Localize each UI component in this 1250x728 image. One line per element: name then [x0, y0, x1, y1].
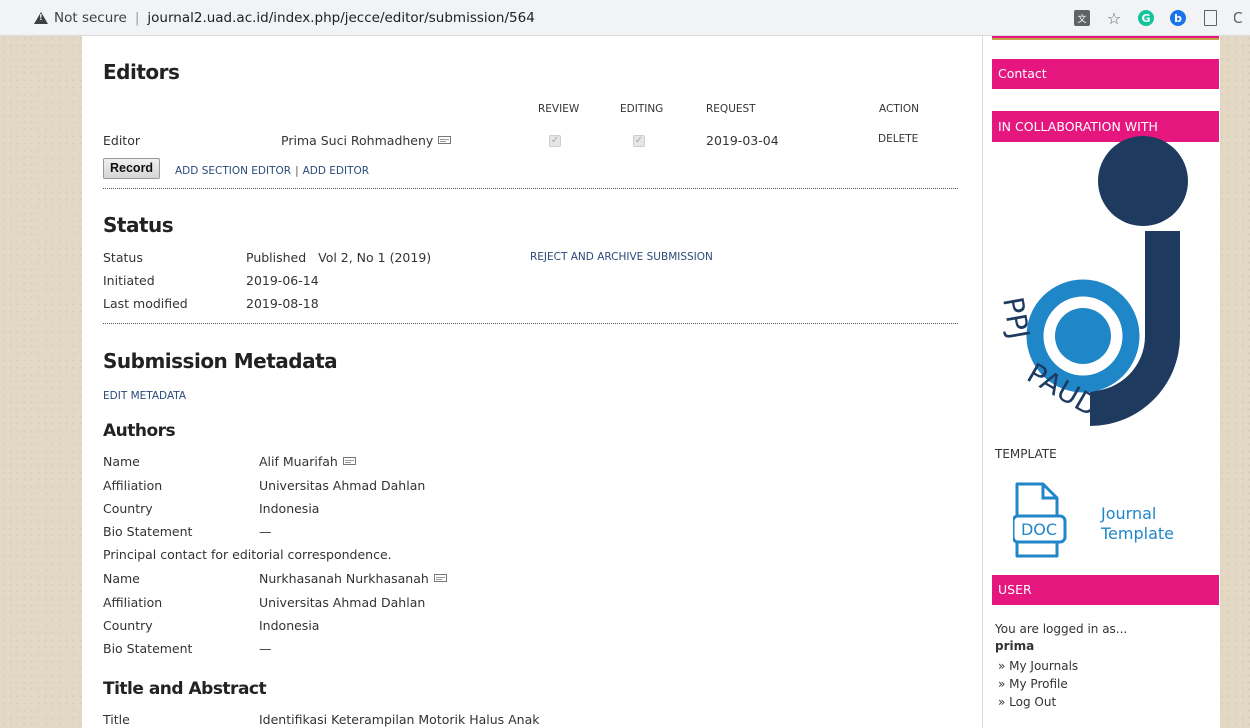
divider: [103, 323, 958, 324]
status-value-cell: Published Vol 2, No 1 (2019): [246, 250, 431, 265]
address-bar[interactable]: Not secure | journal2.uad.ac.id/index.ph…: [22, 4, 1032, 32]
status-label: Status: [103, 250, 143, 265]
doc-label: DOC: [1021, 520, 1057, 539]
author2-bio: —: [259, 641, 272, 656]
initiated-label: Initiated: [103, 273, 155, 288]
last-modified-value: 2019-08-18: [246, 296, 319, 311]
col-request: REQUEST: [706, 103, 756, 115]
author1-country: Indonesia: [259, 501, 320, 516]
username: prima: [995, 639, 1035, 653]
email-icon[interactable]: [342, 457, 356, 465]
journal-word: Journal: [1100, 504, 1156, 523]
url-separator: |: [134, 10, 140, 26]
more-icon[interactable]: C: [1234, 10, 1242, 26]
template-heading: TEMPLATE: [995, 447, 1057, 461]
author1-affiliation: Universitas Ahmad Dahlan: [259, 478, 426, 493]
link-separator: |: [295, 165, 299, 177]
grammarly-icon[interactable]: G: [1138, 10, 1154, 26]
metadata-heading: Submission Metadata: [103, 349, 338, 373]
reject-archive-link[interactable]: REJECT AND ARCHIVE SUBMISSION: [530, 251, 713, 263]
edit-metadata-link[interactable]: EDIT METADATA: [103, 390, 186, 402]
author2-affiliation: Universitas Ahmad Dahlan: [259, 595, 426, 610]
editors-heading: Editors: [103, 60, 180, 84]
logo-text-2: PAUD: [1022, 356, 1105, 423]
not-secure-label[interactable]: Not secure: [54, 10, 127, 26]
editor-links: ADD SECTION EDITOR | ADD EDITOR: [175, 162, 369, 177]
last-modified-label: Last modified: [103, 296, 188, 311]
status-issue: Vol 2, No 1 (2019): [318, 250, 432, 265]
add-section-editor-link[interactable]: ADD SECTION EDITOR: [175, 165, 291, 177]
logged-in-text: You are logged in as...: [995, 622, 1128, 636]
main-content: Editors REVIEW EDITING REQUEST ACTION Ed…: [82, 36, 982, 728]
author2-name-label: Name: [103, 571, 140, 586]
delete-editor-link[interactable]: DELETE: [878, 133, 918, 145]
title-value: Identifikasi Keterampilan Motorik Halus …: [259, 712, 540, 727]
bookmark-star-icon[interactable]: ☆: [1106, 9, 1122, 28]
editor-name: Prima Suci Rohmadheny: [281, 133, 434, 148]
editing-checkbox[interactable]: ✓: [633, 135, 645, 147]
author1-name-cell: Alif Muarifah: [259, 454, 356, 469]
email-icon[interactable]: [438, 136, 452, 144]
url-text[interactable]: journal2.uad.ac.id/index.php/jecce/edito…: [147, 10, 534, 26]
contact-link[interactable]: Contact: [992, 59, 1219, 89]
extension-b-icon[interactable]: b: [1170, 10, 1186, 26]
author2-country-label: Country: [103, 618, 153, 633]
divider: [103, 188, 958, 189]
sidebar: Contact IN COLLABORATION WITH PPJ PAUD T…: [982, 36, 1220, 728]
author1-country-label: Country: [103, 501, 153, 516]
page-doc-icon[interactable]: [1203, 10, 1217, 26]
author2-name-cell: Nurkhasanah Nurkhasanah: [259, 571, 447, 586]
my-journals-link[interactable]: » My Journals: [998, 659, 1078, 673]
authors-heading: Authors: [103, 421, 176, 441]
logo-text: PPJ: [996, 294, 1036, 341]
author2-affiliation-label: Affiliation: [103, 595, 163, 610]
log-out-link[interactable]: » Log Out: [998, 695, 1056, 709]
initiated-value: 2019-06-14: [246, 273, 319, 288]
status-value: Published: [246, 250, 307, 265]
author2-country: Indonesia: [259, 618, 320, 633]
sidebar-top-strip: [992, 36, 1219, 40]
template-word: Template: [1100, 524, 1174, 543]
editor-request-date: 2019-03-04: [706, 133, 779, 148]
author2-name: Nurkhasanah Nurkhasanah: [259, 571, 429, 586]
journal-template-icon[interactable]: DOC Journal Template: [1013, 482, 1193, 558]
translate-icon[interactable]: 文: [1074, 10, 1090, 26]
add-editor-link[interactable]: ADD EDITOR: [303, 165, 369, 177]
title-abstract-heading: Title and Abstract: [103, 679, 267, 699]
col-action: ACTION: [879, 103, 919, 115]
my-profile-link[interactable]: » My Profile: [998, 677, 1068, 691]
record-button[interactable]: Record: [103, 158, 161, 179]
author1-name: Alif Muarifah: [259, 454, 338, 469]
col-editing: EDITING: [620, 103, 664, 115]
author1-bio-label: Bio Statement: [103, 524, 193, 539]
principal-contact-note: Principal contact for editorial correspo…: [103, 547, 392, 562]
title-label: Title: [103, 712, 130, 727]
warning-icon: [34, 12, 48, 24]
editor-role: Editor: [103, 133, 140, 148]
browser-extension-icons: 文 ☆ G b C: [1066, 0, 1250, 36]
author1-affiliation-label: Affiliation: [103, 478, 163, 493]
browser-toolbar: Not secure | journal2.uad.ac.id/index.ph…: [0, 0, 1250, 36]
col-review: REVIEW: [538, 103, 580, 115]
status-heading: Status: [103, 213, 174, 237]
author1-name-label: Name: [103, 454, 140, 469]
ppj-paud-logo: PPJ PAUD: [996, 136, 1188, 426]
doc-icon-wrap: [1202, 10, 1218, 26]
author2-bio-label: Bio Statement: [103, 641, 193, 656]
author1-bio: —: [259, 524, 272, 539]
editor-name-cell: Prima Suci Rohmadheny: [281, 133, 452, 148]
user-heading: USER: [992, 575, 1219, 605]
email-icon[interactable]: [433, 574, 447, 582]
review-checkbox[interactable]: ✓: [549, 135, 561, 147]
